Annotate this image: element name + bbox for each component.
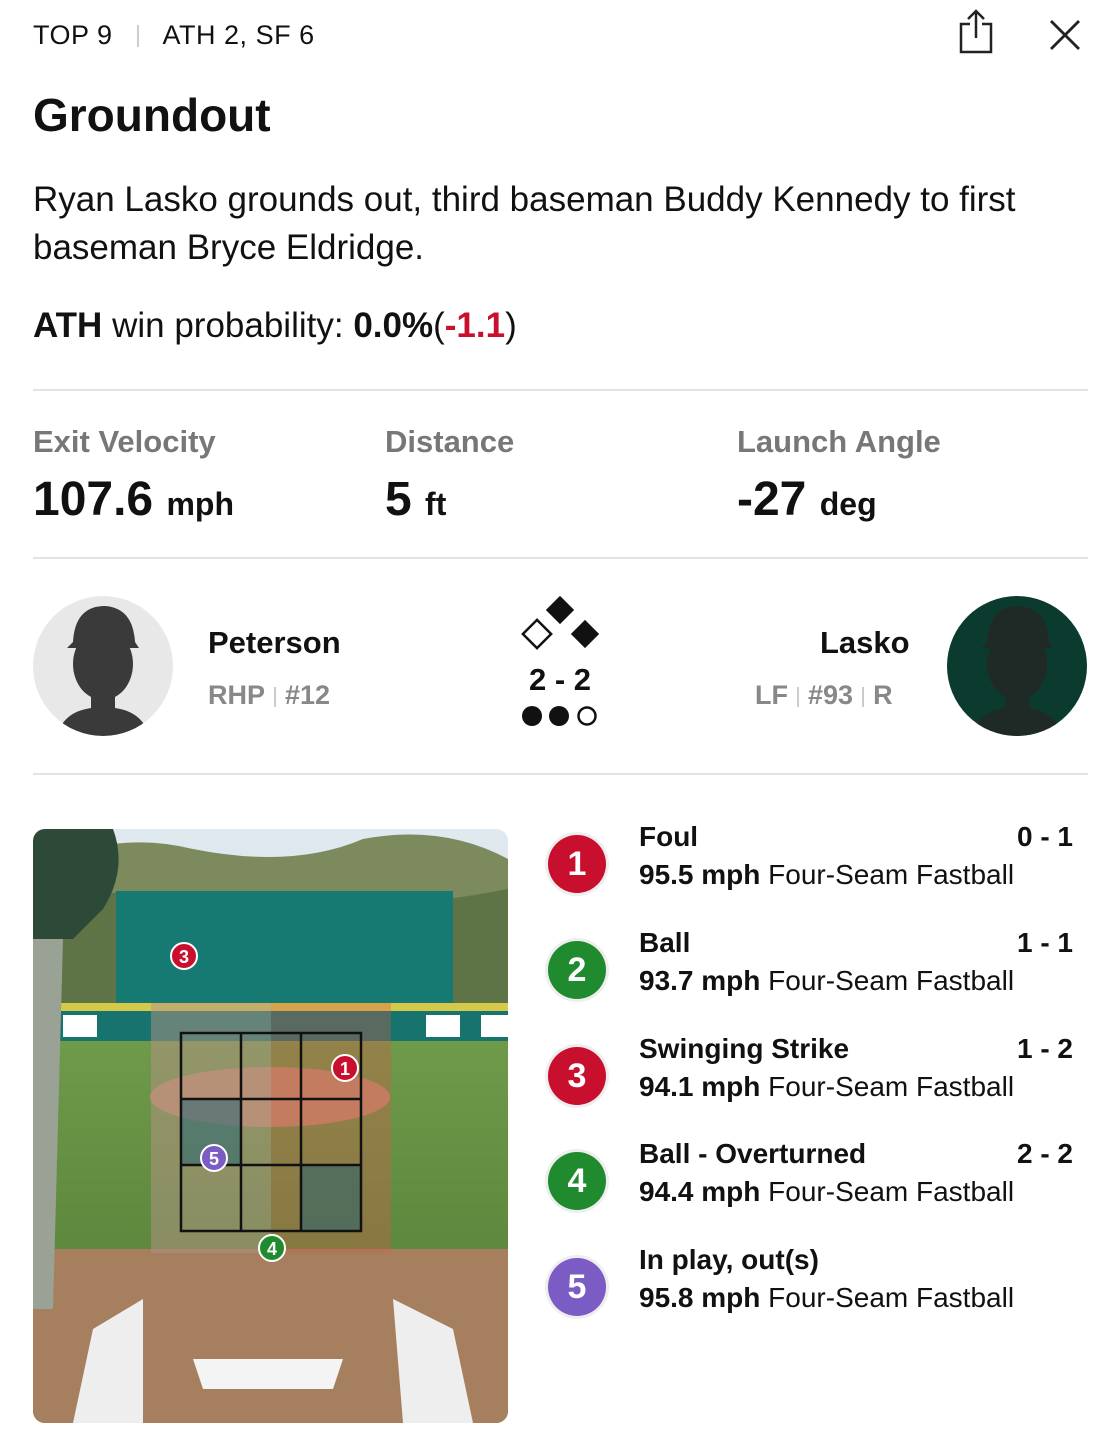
- batter-name[interactable]: Lasko: [820, 625, 910, 661]
- pitch-marker-4[interactable]: 4: [258, 1234, 286, 1262]
- pitch-marker-3[interactable]: 3: [170, 942, 198, 970]
- stat-distance: Distance 5 ft: [385, 424, 514, 527]
- win-prob-value: 0.0%: [353, 306, 434, 345]
- pitch-number-badge: 3: [548, 1047, 606, 1105]
- batter-number: #93: [808, 680, 854, 710]
- pitch-count: 0 - 1: [1016, 821, 1073, 852]
- inning-label: TOP 9: [33, 20, 113, 50]
- stat-label: Exit Velocity: [33, 424, 216, 459]
- pitch-speed: 95.8 mph: [639, 1282, 761, 1313]
- third-base-empty: [521, 618, 553, 650]
- play-title: Groundout: [33, 89, 271, 141]
- pitch-count: 1 - 2: [1016, 1033, 1073, 1064]
- pitcher-number: #12: [285, 680, 331, 710]
- batter-position: LF: [755, 680, 788, 710]
- pitcher-avatar[interactable]: [33, 596, 173, 736]
- stat-unit: mph: [166, 486, 235, 522]
- batter-avatar[interactable]: [947, 596, 1087, 736]
- stat-value: -27: [737, 473, 807, 526]
- batter-bats: R: [873, 680, 893, 710]
- stat-unit: ft: [425, 486, 447, 522]
- pitch-type: Four-Seam Fastball: [768, 1071, 1015, 1102]
- win-prob-change: -1.1: [444, 306, 506, 345]
- pitch-type: Four-Seam Fastball: [768, 1176, 1015, 1207]
- pitch-count: 1 - 1: [1016, 927, 1073, 958]
- batter-meta: LF #93 R: [755, 680, 893, 711]
- pitch-result: Swinging Strike: [639, 1033, 850, 1064]
- close-icon[interactable]: [1048, 18, 1082, 57]
- pitch-result: In play, out(s): [639, 1244, 819, 1275]
- pitch-type: Four-Seam Fastball: [768, 965, 1015, 996]
- pitch-result: Ball: [639, 927, 691, 958]
- pitch-marker-1[interactable]: 1: [331, 1054, 359, 1082]
- pitcher-position: RHP: [208, 680, 266, 710]
- strike-zone-view: 1 3 5 4: [33, 829, 508, 1423]
- stat-value: 107.6: [33, 473, 154, 526]
- score-label: ATH 2, SF 6: [162, 20, 315, 50]
- game-situation: TOP 9 ATH 2, SF 6: [33, 20, 315, 51]
- pitch-result: Ball - Overturned: [639, 1138, 867, 1169]
- divider: [33, 773, 1088, 775]
- pitch-type: Four-Seam Fastball: [768, 859, 1015, 890]
- pitch-number-badge: 1: [548, 835, 606, 893]
- play-description: Ryan Lasko grounds out, third baseman Bu…: [33, 180, 1016, 267]
- svg-text:5: 5: [209, 1149, 219, 1169]
- pitch-marker-5[interactable]: 5: [200, 1144, 228, 1172]
- pitch-speed: 95.5 mph: [639, 859, 761, 890]
- outs-indicator: [520, 704, 602, 733]
- bases-diamond: [520, 595, 602, 657]
- svg-text:4: 4: [267, 1239, 277, 1259]
- divider: [33, 557, 1088, 559]
- share-icon[interactable]: [958, 8, 994, 59]
- pitch-number-badge: 2: [548, 941, 606, 999]
- stat-launch-angle: Launch Angle -27 deg: [737, 424, 941, 527]
- win-prob-team: ATH: [33, 306, 103, 345]
- second-base-occupied: [545, 595, 575, 625]
- first-base-occupied: [570, 619, 600, 649]
- stat-exit-velocity: Exit Velocity 107.6 mph: [33, 424, 234, 527]
- pitcher-name[interactable]: Peterson: [208, 625, 341, 661]
- ball-strike-count: 2 - 2: [528, 662, 592, 697]
- divider: [136, 24, 139, 47]
- pitch-speed: 93.7 mph: [639, 965, 761, 996]
- pitch-number-badge: 5: [548, 1258, 606, 1316]
- pitch-count: 2 - 2: [1016, 1138, 1073, 1169]
- stat-unit: deg: [819, 486, 877, 522]
- stat-label: Distance: [385, 424, 515, 459]
- out-dot-filled: [522, 706, 542, 726]
- pitch-speed: 94.1 mph: [639, 1071, 761, 1102]
- pitch-number-badge: 4: [548, 1152, 606, 1210]
- win-probability: ATH win probability: 0.0%(-1.1): [33, 306, 517, 345]
- svg-text:1: 1: [340, 1059, 350, 1079]
- out-dot-filled: [549, 706, 569, 726]
- pitcher-meta: RHP #12: [208, 680, 330, 711]
- divider: [33, 389, 1088, 391]
- pitch-result: Foul: [639, 821, 699, 852]
- pitch-speed: 94.4 mph: [639, 1176, 761, 1207]
- svg-text:3: 3: [179, 947, 189, 967]
- stat-value: 5: [385, 473, 412, 526]
- stat-label: Launch Angle: [737, 424, 941, 459]
- win-prob-label: win probability:: [112, 306, 344, 345]
- out-dot-empty: [577, 706, 597, 726]
- pitch-type: Four-Seam Fastball: [768, 1282, 1015, 1313]
